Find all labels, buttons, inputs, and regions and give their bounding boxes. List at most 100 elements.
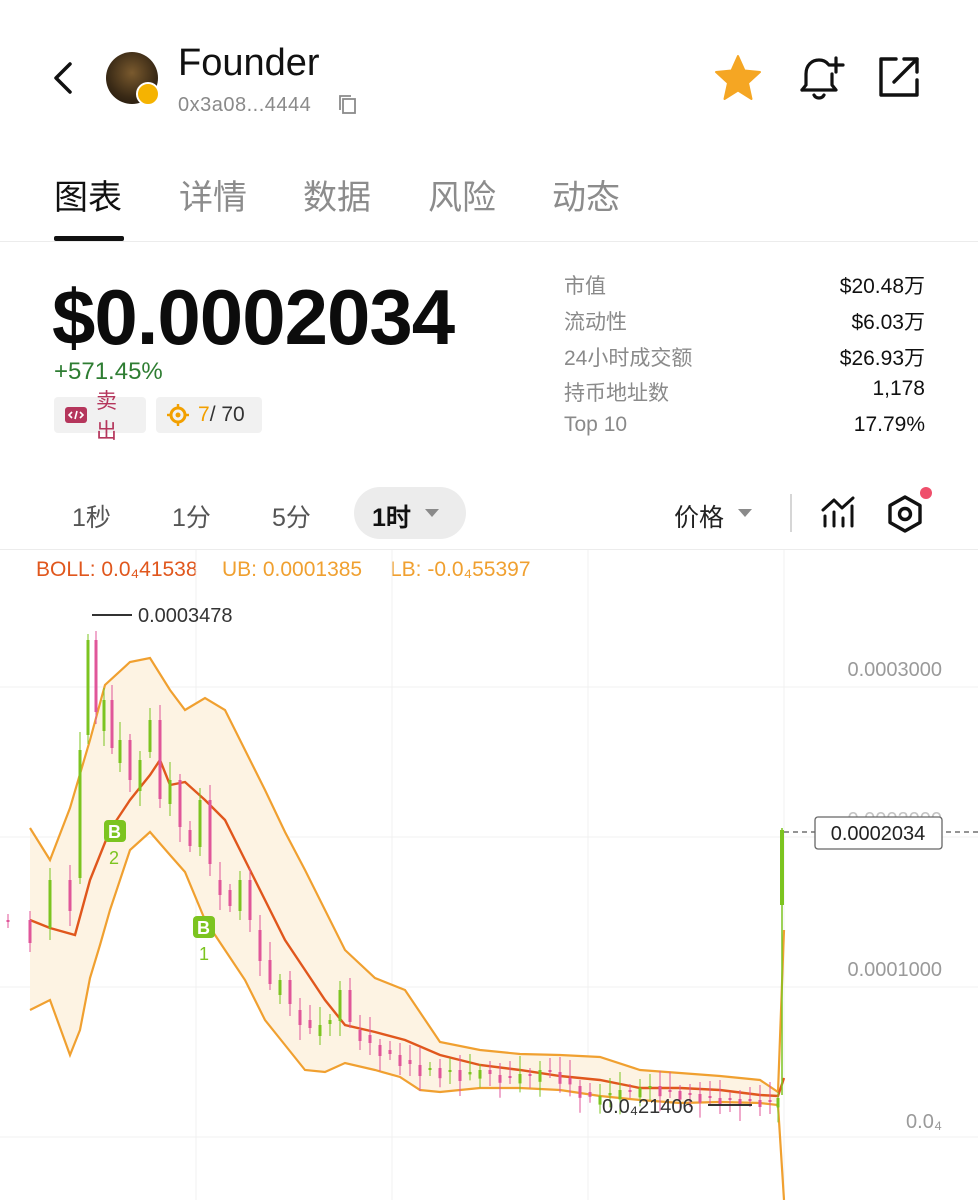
- chain-badge-icon: [136, 82, 160, 106]
- tab-activity[interactable]: 动态: [552, 170, 620, 219]
- chart-gridlines: [0, 550, 978, 1200]
- candle: [338, 990, 342, 1021]
- candle: [558, 1072, 562, 1084]
- candle: [308, 1020, 312, 1028]
- candle: [708, 1096, 712, 1098]
- stat-value-market-cap: $20.48万: [839, 275, 925, 298]
- candle: [748, 1099, 752, 1101]
- candle: [188, 830, 192, 846]
- sell-tag[interactable]: 卖出: [54, 390, 146, 443]
- stat-label-holders: 持币地址数: [564, 382, 669, 405]
- candle: [768, 1100, 772, 1102]
- candle: [348, 990, 352, 1022]
- candle: [438, 1068, 442, 1079]
- buy-marker-count: 1: [199, 944, 209, 964]
- token-name: Founder: [178, 42, 320, 84]
- candle: [418, 1065, 422, 1076]
- share-icon[interactable]: [874, 52, 924, 102]
- low-marker-label: 0.0₄21406: [602, 1096, 694, 1118]
- candle: [198, 800, 202, 847]
- security-score[interactable]: 7 / 70: [156, 397, 262, 433]
- candle: [758, 1100, 762, 1107]
- timeframe-1m[interactable]: 1分: [172, 498, 211, 534]
- buy-marker-count: 2: [109, 848, 119, 868]
- candle: [488, 1070, 492, 1074]
- tab-risk[interactable]: 风险: [428, 170, 496, 219]
- stat-value-holders: 1,178: [872, 377, 925, 400]
- candle: [128, 740, 132, 780]
- candle: [118, 740, 122, 763]
- candle: [688, 1093, 692, 1095]
- candle: [398, 1055, 402, 1066]
- star-icon[interactable]: [712, 52, 764, 104]
- candle: [178, 780, 182, 827]
- candle: [508, 1076, 512, 1078]
- stat-value-liquidity: $6.03万: [851, 311, 925, 334]
- candle: [278, 980, 282, 995]
- y-tick-label: 0.0003000: [847, 659, 942, 681]
- score-value: 7: [198, 403, 210, 426]
- stat-label-top10: Top 10: [564, 413, 628, 436]
- candle: [668, 1090, 672, 1092]
- toolbar-divider: [790, 494, 792, 532]
- candle: [318, 1025, 322, 1036]
- candle: [578, 1086, 582, 1098]
- candle: [458, 1070, 462, 1081]
- tab-chart[interactable]: 图表: [54, 170, 122, 219]
- candle: [6, 920, 10, 922]
- price-mode-selector[interactable]: 价格: [674, 498, 724, 534]
- stat-label-liquidity: 流动性: [564, 311, 627, 334]
- candle: [328, 1020, 332, 1024]
- divider: [0, 241, 978, 242]
- candle: [268, 960, 272, 984]
- candle: [698, 1094, 702, 1103]
- stat-label-volume: 24小时成交额: [564, 347, 693, 370]
- candle: [728, 1098, 732, 1100]
- sell-label: 卖出: [96, 390, 117, 443]
- candle: [258, 930, 262, 961]
- stat-value-top10: 17.79%: [853, 413, 925, 436]
- timeframe-active[interactable]: 1时: [372, 498, 411, 534]
- candle: [408, 1060, 412, 1064]
- bell-plus-icon[interactable]: [792, 52, 846, 104]
- candle: [648, 1086, 652, 1088]
- copy-icon[interactable]: [336, 94, 358, 116]
- settings-icon[interactable]: [886, 494, 924, 534]
- candle: [478, 1070, 482, 1079]
- candle: [358, 1030, 362, 1041]
- candle: [86, 640, 90, 735]
- candle: [158, 720, 162, 799]
- back-button[interactable]: [44, 56, 84, 100]
- candle: [110, 700, 114, 748]
- caret-down-icon[interactable]: [737, 506, 753, 518]
- candle: [548, 1070, 552, 1072]
- token-address: 0x3a08...4444: [178, 94, 312, 116]
- score-total: / 70: [209, 403, 245, 426]
- candle: [218, 880, 222, 895]
- stat-label-market-cap: 市值: [564, 275, 606, 298]
- tab-details[interactable]: 详情: [179, 170, 247, 219]
- stat-value-volume: $26.93万: [839, 347, 925, 370]
- candle: [168, 780, 172, 804]
- timeframe-1s[interactable]: 1秒: [72, 498, 111, 534]
- high-marker-label: 0.0003478: [138, 605, 233, 627]
- indicator-icon[interactable]: [820, 494, 856, 530]
- current-price: $0.0002034: [52, 273, 455, 361]
- timeframe-5m[interactable]: 5分: [272, 498, 311, 534]
- candle: [628, 1090, 632, 1092]
- tab-data[interactable]: 数据: [303, 170, 371, 219]
- buy-marker-letter: B: [108, 822, 121, 842]
- candle: [518, 1074, 522, 1084]
- candle: [658, 1086, 662, 1097]
- buy-marker-letter: B: [197, 918, 210, 938]
- caret-down-icon[interactable]: [424, 506, 440, 518]
- candle: [568, 1078, 572, 1085]
- candle: [538, 1070, 542, 1082]
- code-icon: [64, 403, 88, 427]
- price-chart[interactable]: 0.0003478 0.0₄21406 B 2 B 1 0.0003000 0.…: [0, 550, 978, 1200]
- candle: [238, 880, 242, 911]
- candle: [498, 1075, 502, 1083]
- candle: [102, 700, 106, 731]
- y-tick-label: 0.0001000: [847, 959, 942, 981]
- candle: [468, 1072, 472, 1075]
